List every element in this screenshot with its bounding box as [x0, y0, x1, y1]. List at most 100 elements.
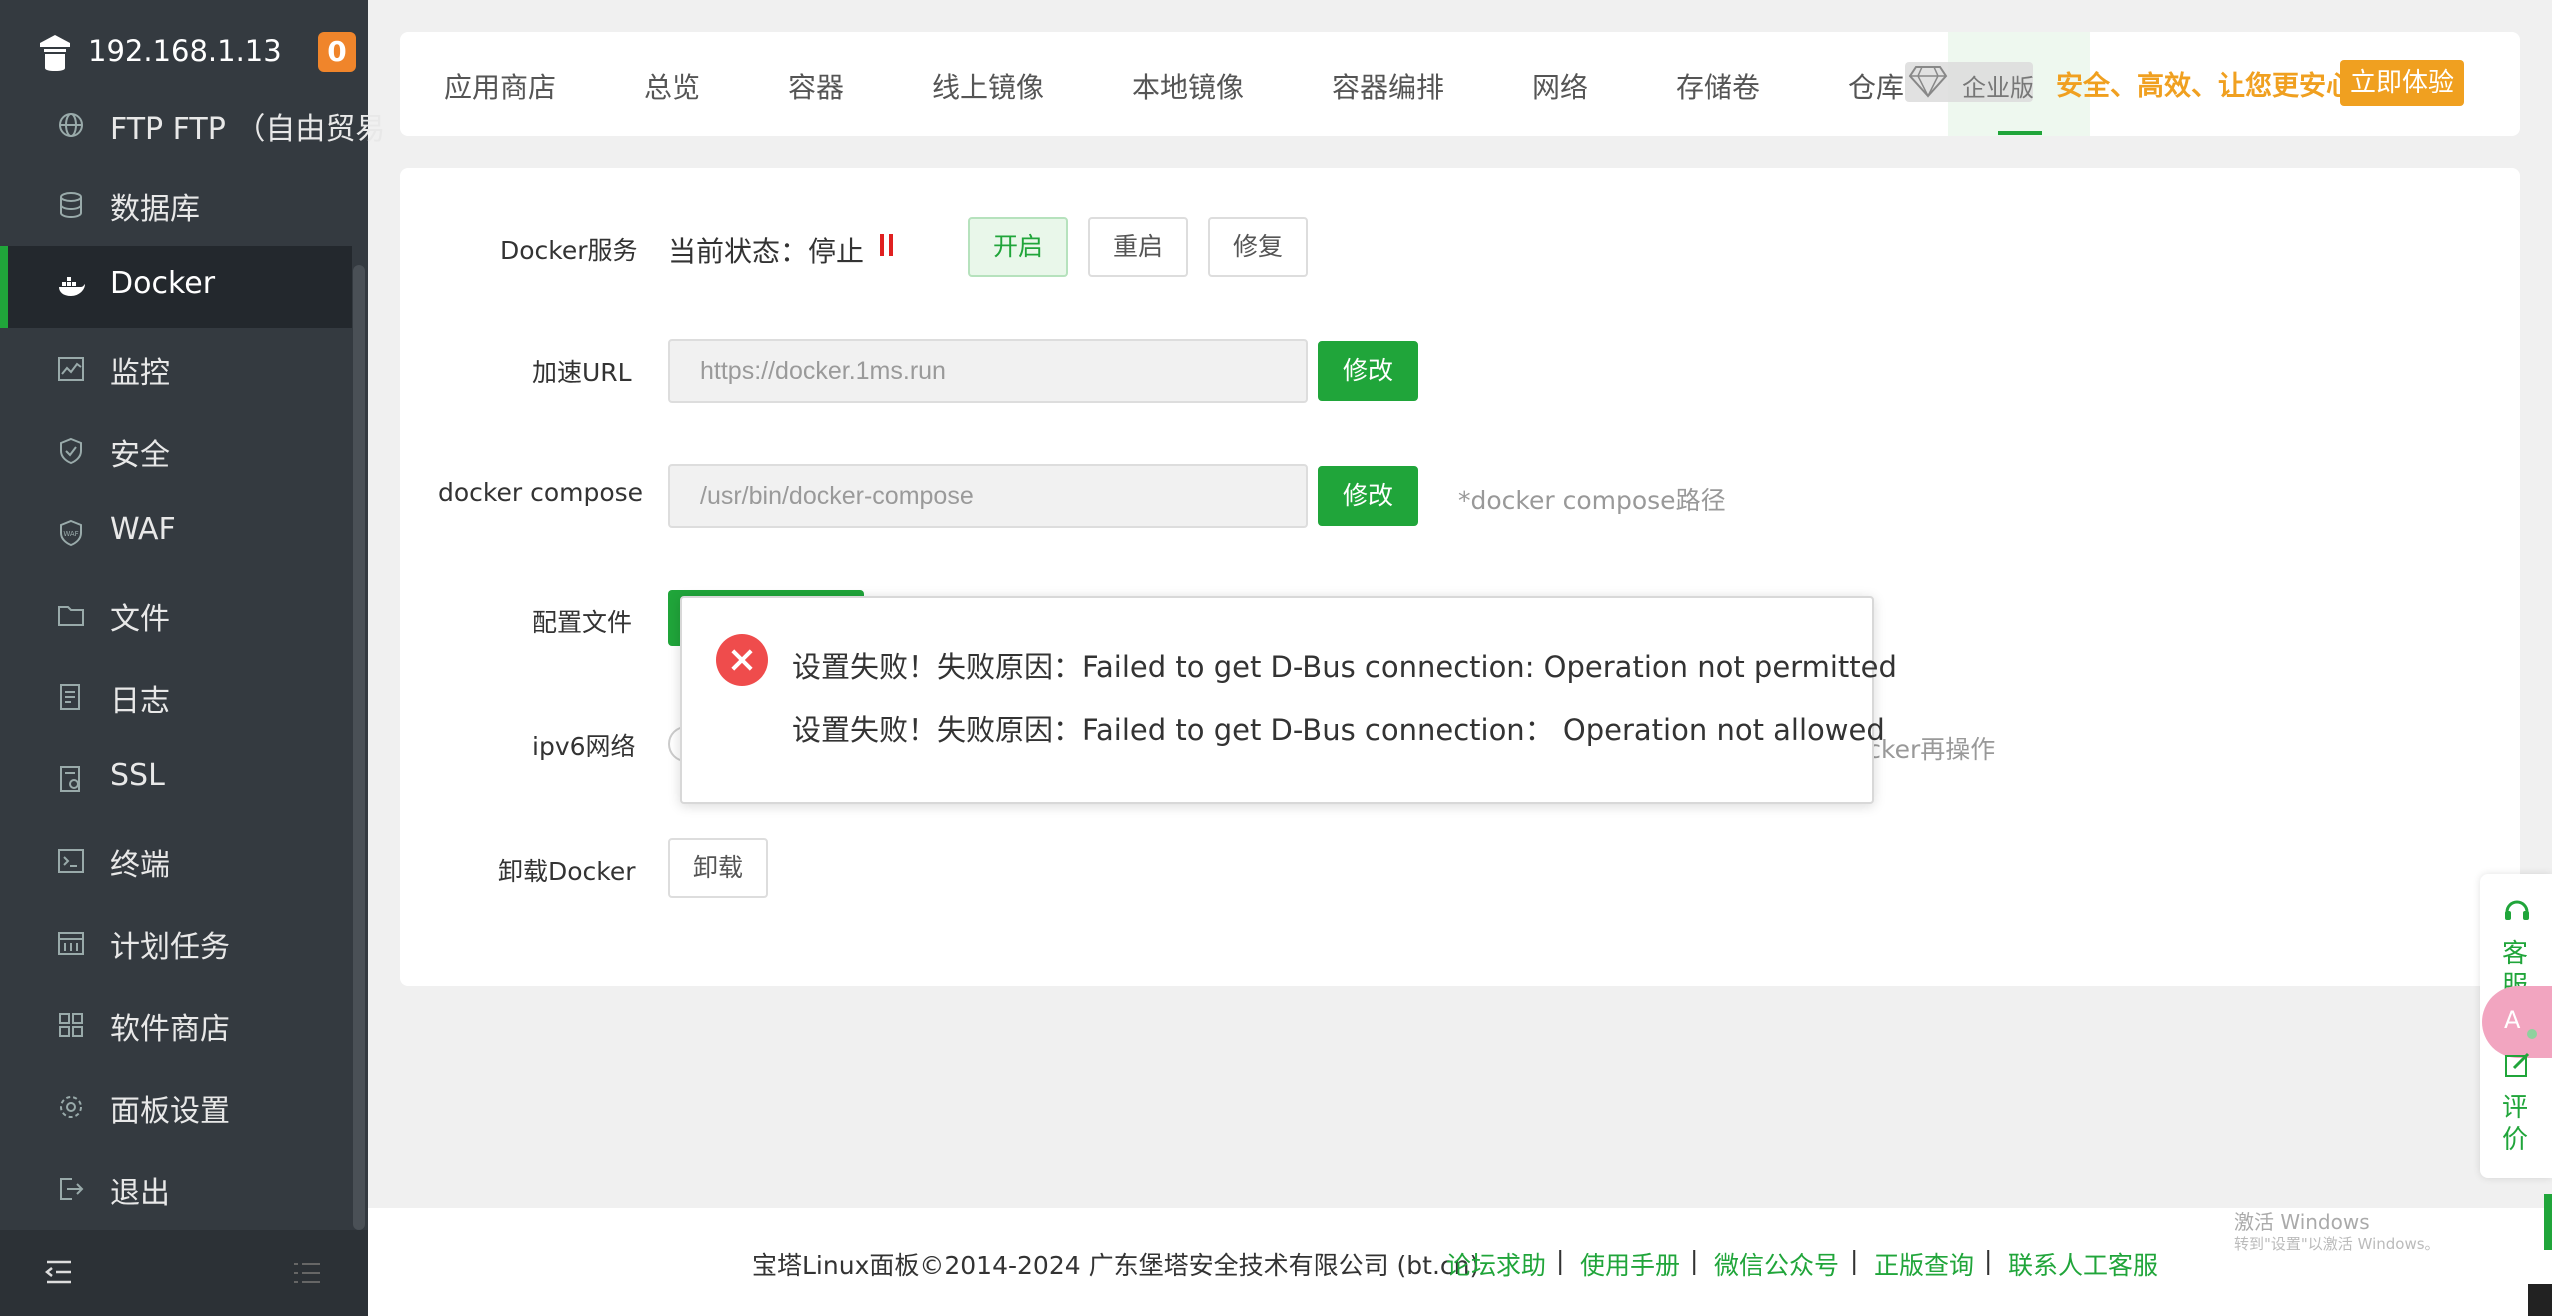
- sidebar-item-label: FTP FTP （自由贸易: [110, 112, 386, 147]
- mirror-url-input[interactable]: https://docker.1ms.run: [668, 339, 1308, 403]
- sidebar-item-monitor[interactable]: 监控: [0, 328, 352, 410]
- calendar-icon: [56, 929, 86, 957]
- docker-icon: [56, 273, 86, 301]
- bt-logo-icon: [36, 32, 74, 72]
- sidebar-item-label: Docker: [110, 266, 216, 301]
- sidebar-item-app-store[interactable]: 软件商店: [0, 984, 352, 1066]
- modify-mirror-button[interactable]: 修改: [1318, 341, 1418, 401]
- tab-registry[interactable]: 仓库: [1848, 66, 1904, 106]
- error-message-line-2: 设置失败！失败原因：Failed to get D-Bus connection…: [792, 713, 1885, 747]
- footer-separator: |: [1850, 1246, 1859, 1275]
- sidebar-item-database[interactable]: 数据库: [0, 164, 352, 246]
- folder-icon: [56, 601, 86, 629]
- sidebar: FTP FTP （自由贸易 数据库 Docker 监控 安全 WAF WAF 文…: [0, 0, 385, 1316]
- corner-widget: [2528, 1284, 2552, 1316]
- sidebar-item-cron[interactable]: 计划任务: [0, 902, 352, 984]
- sidebar-item-label: 安全: [110, 438, 170, 473]
- monitor-icon: [56, 355, 86, 383]
- enterprise-label: 企业版: [1962, 74, 2034, 102]
- sidebar-item-docker[interactable]: Docker: [0, 246, 352, 328]
- sidebar-item-label: 终端: [110, 848, 170, 883]
- try-now-button[interactable]: 立即体验: [2340, 60, 2464, 106]
- sidebar-item-security[interactable]: 安全: [0, 410, 352, 492]
- tab-active-indicator: [1998, 131, 2042, 135]
- restart-button[interactable]: 重启: [1088, 217, 1188, 277]
- footer-link-support[interactable]: 联系人工客服: [2008, 1246, 2158, 1282]
- scroll-indicator: [2544, 1194, 2552, 1250]
- sidebar-item-label: 数据库: [110, 192, 200, 227]
- tab-network[interactable]: 网络: [1532, 66, 1588, 106]
- shield-icon: [56, 437, 86, 465]
- sidebar-item-files[interactable]: 文件: [0, 574, 352, 656]
- uninstall-label: 卸载Docker: [498, 857, 636, 886]
- compose-path-input[interactable]: /usr/bin/docker-compose: [668, 464, 1308, 528]
- collapse-menu-icon[interactable]: [44, 1258, 74, 1290]
- sidebar-item-logout[interactable]: 退出: [0, 1148, 352, 1230]
- svg-text:A: A: [2504, 1006, 2521, 1034]
- windows-activation-hint: 转到"设置"以激活 Windows。: [2234, 1235, 2440, 1253]
- sidebar-item-waf[interactable]: WAF WAF: [0, 492, 352, 574]
- footer-separator: |: [1984, 1246, 1993, 1275]
- error-icon: [716, 634, 768, 686]
- copyright-text: 宝塔Linux面板©2014-2024 广东堡塔安全技术有限公司 (bt.cn): [752, 1251, 1480, 1280]
- footer-link-wechat[interactable]: 微信公众号: [1714, 1246, 1839, 1282]
- headset-icon: [2502, 896, 2532, 930]
- tab-compose[interactable]: 容器编排: [1332, 66, 1444, 106]
- notification-badge[interactable]: 0: [318, 32, 356, 72]
- mirror-url-label: 加速URL: [532, 358, 632, 387]
- docker-status-text: 当前状态：停止: [668, 235, 865, 268]
- footer-link-verify[interactable]: 正版查询: [1874, 1246, 1974, 1282]
- apps-grid-icon: [56, 1011, 86, 1039]
- sidebar-item-logs[interactable]: 日志: [0, 656, 352, 738]
- sidebar-item-label: 文件: [110, 602, 170, 637]
- review-link[interactable]: 评价: [2502, 1092, 2532, 1156]
- footer-separator: |: [1690, 1246, 1699, 1275]
- sidebar-scrollbar[interactable]: [353, 265, 365, 1230]
- server-host: 192.168.1.13: [88, 34, 282, 68]
- sidebar-header: 192.168.1.13 0: [0, 0, 368, 106]
- tab-overview[interactable]: 总览: [644, 66, 700, 106]
- sidebar-item-label: 监控: [110, 356, 170, 391]
- windows-activation-title: 激活 Windows: [2234, 1210, 2370, 1234]
- uninstall-button[interactable]: 卸载: [668, 838, 768, 898]
- sidebar-item-label: 退出: [110, 1176, 170, 1211]
- compose-hint: *docker compose路径: [1458, 486, 1726, 515]
- footer-separator: |: [1556, 1246, 1565, 1275]
- log-icon: [56, 683, 86, 711]
- terminal-icon: [56, 847, 86, 875]
- sidebar-item-settings[interactable]: 面板设置: [0, 1066, 352, 1148]
- diamond-icon: [1908, 64, 1948, 102]
- translate-icon: A: [2500, 1000, 2540, 1044]
- database-icon: [56, 191, 86, 219]
- ipv6-label: ipv6网络: [532, 732, 636, 761]
- footer-link-manual[interactable]: 使用手册: [1580, 1246, 1680, 1282]
- globe-icon: [56, 111, 86, 139]
- sidebar-item-label: WAF: [110, 512, 176, 547]
- tab-volumes[interactable]: 存储卷: [1676, 66, 1760, 106]
- stopped-icon: [880, 234, 894, 256]
- docker-service-label: Docker服务: [500, 236, 638, 265]
- sidebar-item-label: 面板设置: [110, 1094, 230, 1129]
- sidebar-item-label: 计划任务: [110, 930, 230, 965]
- waf-shield-icon: WAF: [56, 519, 86, 547]
- sidebar-item-label: 软件商店: [110, 1012, 230, 1047]
- sidebar-item-terminal[interactable]: 终端: [0, 820, 352, 902]
- tab-containers[interactable]: 容器: [788, 66, 844, 106]
- error-message-line-1: 设置失败！失败原因：Failed to get D-Bus connection…: [792, 650, 1897, 684]
- list-view-icon[interactable]: [292, 1260, 322, 1290]
- repair-button[interactable]: 修复: [1208, 217, 1308, 277]
- sidebar-item-label: SSL: [110, 758, 165, 793]
- footer-link-forum[interactable]: 论坛求助: [1446, 1246, 1546, 1282]
- gear-icon: [56, 1093, 86, 1121]
- error-message-dialog: [680, 596, 1874, 804]
- start-button[interactable]: 开启: [968, 217, 1068, 277]
- certificate-icon: [56, 765, 86, 793]
- compose-label: docker compose: [438, 478, 644, 507]
- sidebar-item-ssl[interactable]: SSL: [0, 738, 352, 820]
- tab-app-store[interactable]: 应用商店: [444, 66, 556, 106]
- config-file-label: 配置文件: [532, 608, 633, 637]
- svg-text:WAF: WAF: [63, 530, 78, 538]
- tab-local-images[interactable]: 本地镜像: [1132, 66, 1244, 106]
- tab-online-images[interactable]: 线上镜像: [932, 66, 1044, 106]
- modify-compose-button[interactable]: 修改: [1318, 466, 1418, 526]
